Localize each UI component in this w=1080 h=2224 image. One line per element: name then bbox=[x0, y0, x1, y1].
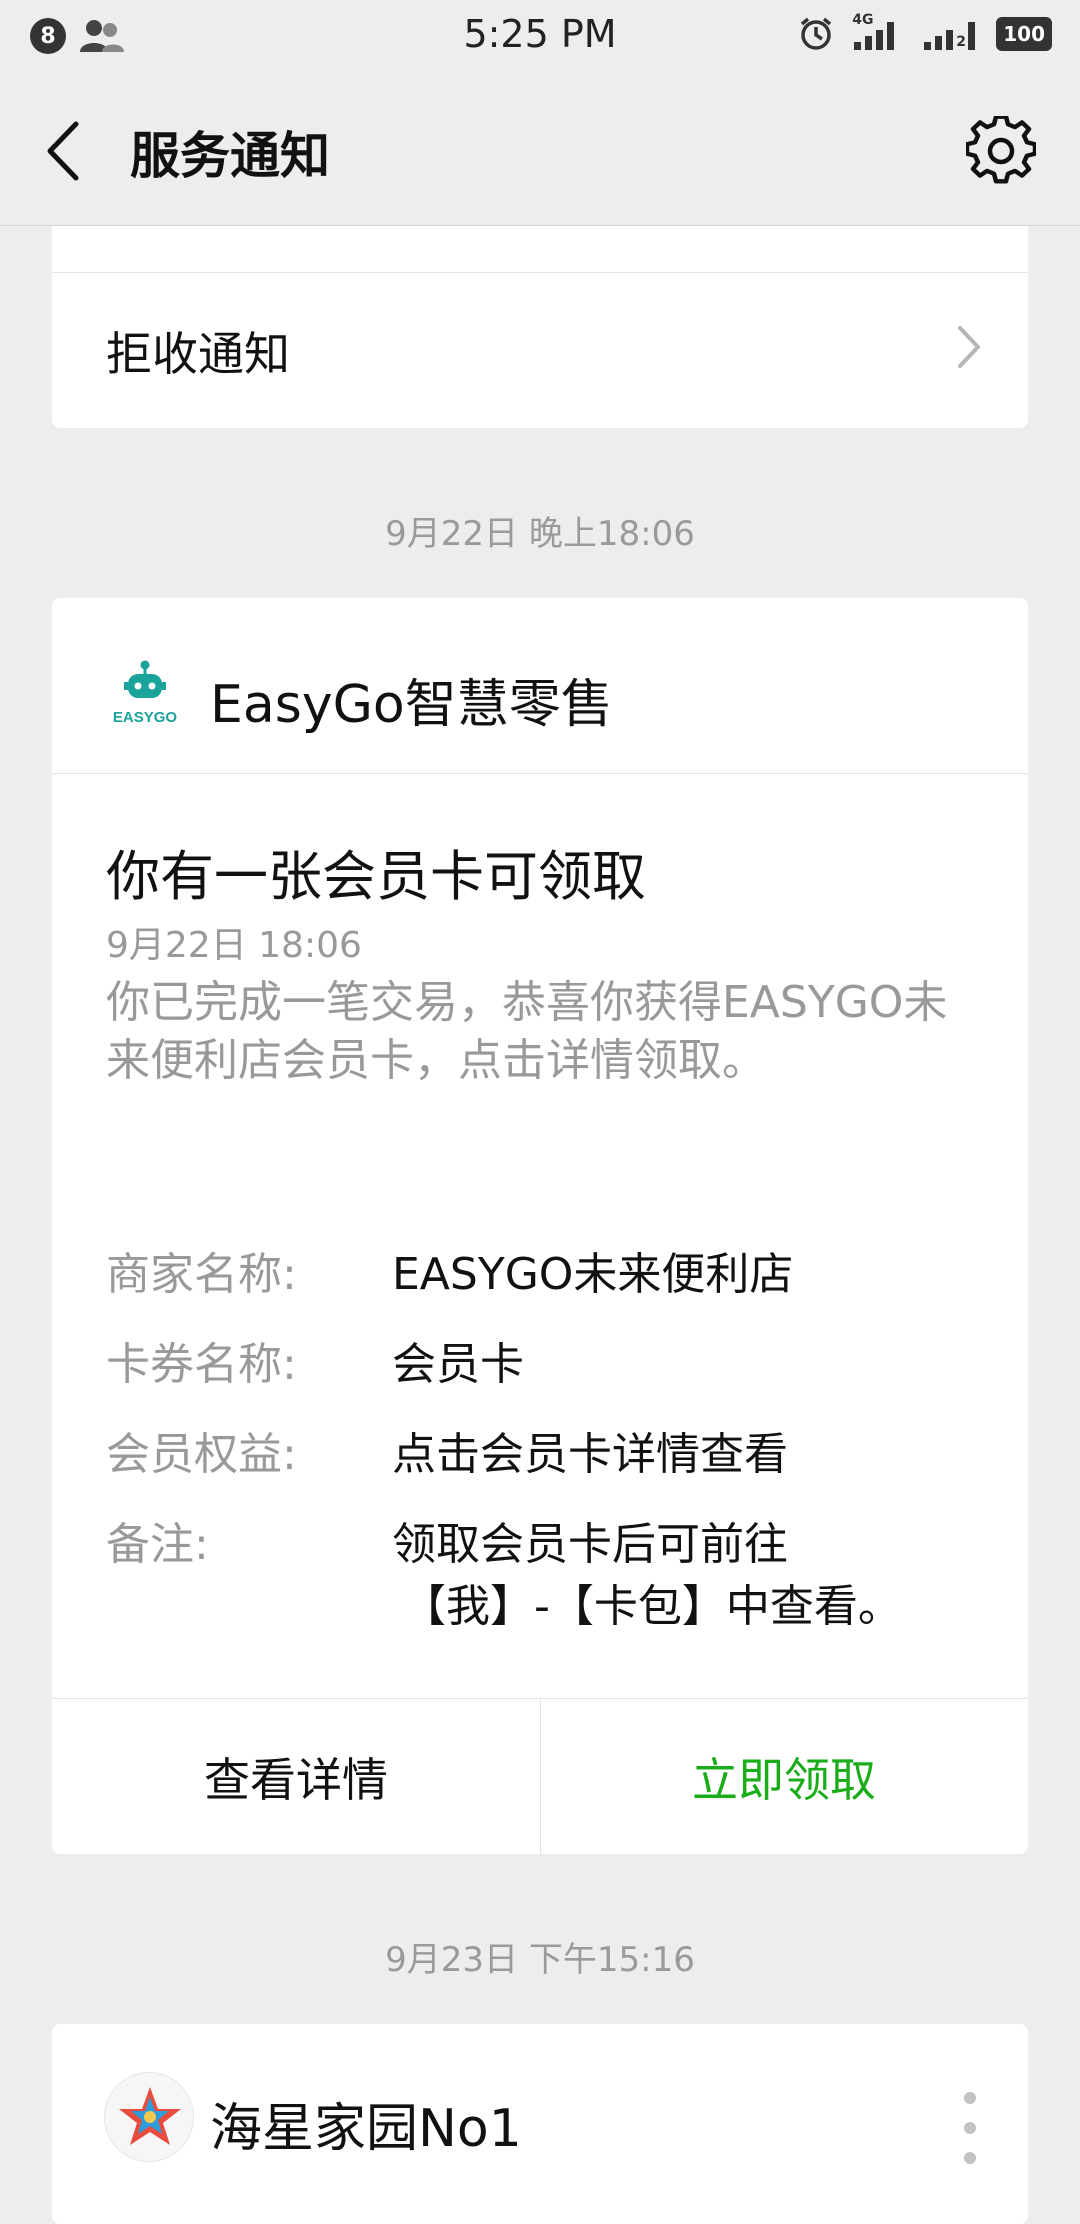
haixing-logo bbox=[104, 2072, 194, 2162]
reject-notification-label: 拒收通知 bbox=[106, 327, 290, 381]
field-value: 点击会员卡详情查看 bbox=[392, 1429, 788, 1480]
more-vertical-icon[interactable] bbox=[960, 2088, 980, 2168]
reject-notification-card[interactable]: 拒收通知 bbox=[52, 226, 1028, 428]
signal-4g: 4G bbox=[852, 12, 904, 52]
sim-slot-label: 2 bbox=[956, 34, 966, 50]
message-timestamp: 9月22日 晚上18:06 bbox=[385, 514, 695, 554]
service-message-card[interactable]: EASYGO EasyGo智慧零售 你有一张会员卡可领取 9月22日 18:06… bbox=[52, 598, 1028, 1855]
message-date: 9月22日 18:06 bbox=[106, 925, 362, 966]
note-line-1: 领取会员卡后可前往 bbox=[392, 1519, 788, 1570]
message-body: 你已完成一笔交易，恭喜你获得EASYGO未来便利店会员卡，点击详情领取。 bbox=[106, 977, 948, 1086]
field-label: 商家名称: bbox=[106, 1249, 297, 1300]
nav-bar: 服务通知 bbox=[0, 76, 1080, 226]
gear-icon[interactable] bbox=[966, 116, 1036, 186]
alarm-icon bbox=[801, 17, 832, 50]
sender-name: EasyGo智慧零售 bbox=[210, 675, 613, 735]
sender-row[interactable]: EASYGO EasyGo智慧零售 bbox=[52, 598, 1028, 774]
easygo-logo: EASYGO bbox=[113, 660, 178, 726]
note-line-2: 【我】-【卡包】中查看。 bbox=[402, 1581, 902, 1632]
divider bbox=[52, 272, 1028, 273]
action-row: 查看详情 立即领取 bbox=[52, 1698, 1028, 1855]
page-title: 服务通知 bbox=[130, 127, 330, 185]
chevron-right-icon bbox=[958, 326, 980, 368]
star-logo-icon bbox=[119, 2087, 181, 2145]
logo-text: EASYGO bbox=[113, 709, 178, 726]
service-message-card[interactable]: 海星家园No1 bbox=[52, 2024, 1028, 2224]
status-bar: 8 5:25 PM 4G 2 100 bbox=[0, 0, 1080, 76]
field-value: EASYGO未来便利店 bbox=[392, 1249, 794, 1300]
back-arrow-icon[interactable] bbox=[40, 116, 90, 186]
signal-sim2: 2 bbox=[922, 16, 978, 52]
sender-name: 海星家园No1 bbox=[210, 2099, 522, 2159]
field-value: 领取会员卡后可前往 【我】-【卡包】中查看。 bbox=[392, 1514, 992, 1638]
signal-icon bbox=[924, 22, 976, 50]
message-timestamp: 9月23日 下午15:16 bbox=[385, 1940, 695, 1980]
status-right: 4G 2 100 bbox=[798, 12, 1052, 52]
battery-indicator: 100 bbox=[996, 17, 1052, 51]
view-details-button[interactable]: 查看详情 bbox=[52, 1699, 540, 1855]
network-type-label: 4G bbox=[852, 12, 874, 28]
claim-now-button[interactable]: 立即领取 bbox=[540, 1699, 1028, 1855]
field-value: 会员卡 bbox=[392, 1339, 524, 1390]
field-label: 会员权益: bbox=[106, 1429, 297, 1480]
message-title: 你有一张会员卡可领取 bbox=[106, 845, 646, 908]
field-label: 卡券名称: bbox=[106, 1339, 297, 1390]
field-label: 备注: bbox=[106, 1519, 209, 1570]
